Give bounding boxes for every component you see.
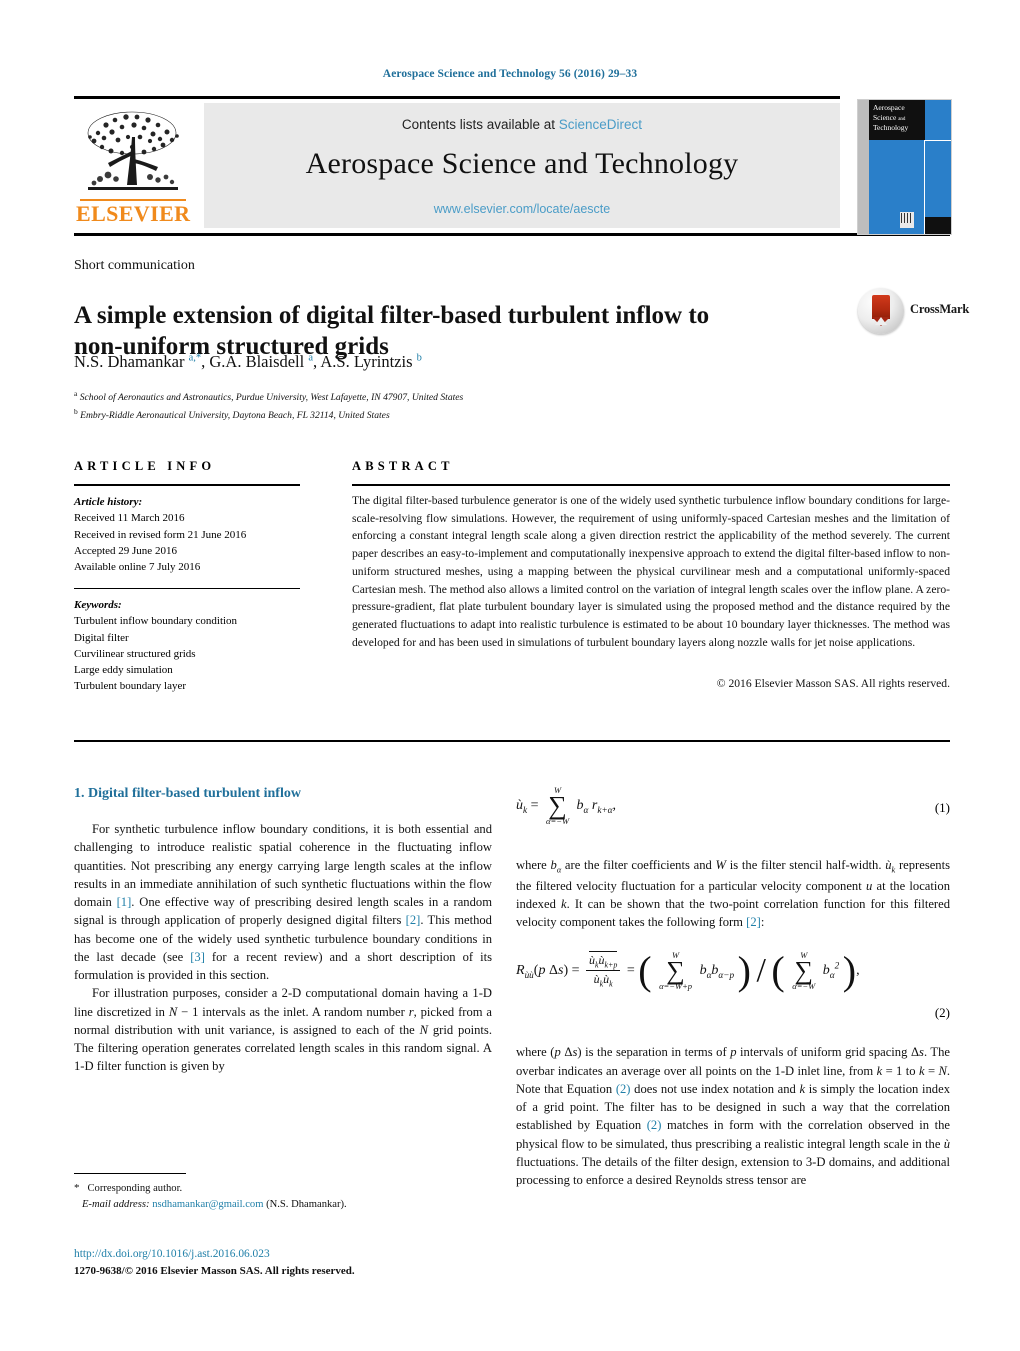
elsevier-tree-icon — [87, 111, 179, 190]
info-block-bottom-rule — [74, 740, 950, 742]
keyword-item: Turbulent inflow boundary condition — [74, 615, 238, 628]
corresponding-author-text: Corresponding author. — [87, 1183, 183, 1194]
summation-symbol-numerator: W ∑ α=−W+p — [659, 950, 693, 991]
paragraph-where-filter-coeffs: where bα are the filter coefficients and… — [516, 858, 951, 930]
keyword-item: Digital filter — [74, 631, 129, 644]
cover-black-bottom-right — [925, 217, 951, 234]
paper-page: Aerospace Science and Technology 56 (201… — [0, 0, 1020, 1351]
contents-available-line: Contents lists available at ScienceDirec… — [204, 117, 840, 132]
body-column-left: 1. Digital filter-based turbulent inflow… — [74, 786, 492, 1076]
crossmark-icon — [858, 288, 904, 334]
keywords-block: Keywords: Turbulent inflow boundary cond… — [74, 597, 324, 695]
journal-url-link[interactable]: www.elsevier.com/locate/aescte — [204, 202, 840, 216]
crossmark-notch-shape — [875, 317, 887, 325]
abstract-heading: ABSTRACT — [352, 459, 454, 473]
cover-title-line-2: Science — [873, 112, 897, 122]
equation-2-body: Rùù(p Δs) = ùkùk+p ùkùk = ( W ∑ α=−W+p b… — [516, 947, 860, 993]
paragraph-intro: For synthetic turbulence inflow boundary… — [74, 822, 492, 982]
corresponding-author-marker: * — [74, 1182, 80, 1194]
article-history: Article history: Received 11 March 2016 R… — [74, 494, 324, 575]
summation-symbol: W ∑ α=−W — [546, 785, 570, 826]
footnote-corresponding-author: * Corresponding author. E-mail address: … — [74, 1180, 494, 1213]
keyword-item: Large eddy simulation — [74, 664, 173, 677]
article-info-rule — [74, 484, 300, 486]
section-heading-1: 1. Digital filter-based turbulent inflow — [74, 786, 301, 801]
email-owner: (N.S. Dhamankar). — [266, 1198, 347, 1210]
article-history-items: Received 11 March 2016 Received in revise… — [74, 510, 324, 575]
equation-2-number: (2) — [934, 1005, 950, 1021]
article-history-item: Accepted 29 June 2016 — [74, 544, 177, 557]
equation-2: Rùù(p Δs) = ùkùk+p ùkùk = ( W ∑ α=−W+p b… — [516, 947, 950, 1029]
abstract-text: The digital filter-based turbulence gene… — [352, 494, 950, 649]
journal-title: Aerospace Science and Technology — [305, 147, 739, 180]
footnote-rule — [74, 1173, 186, 1174]
affiliations: a School of Aeronautics and Astronautics… — [74, 388, 834, 424]
author-list: N.S. Dhamankar a,*, G.A. Blaisdell a, A.… — [74, 352, 422, 371]
paragraph-where-separation: where (p Δs) is the separation in terms … — [516, 1045, 950, 1188]
crossmark-badge[interactable]: CrossMark — [858, 286, 969, 338]
masthead: ELSEVIER Contents lists available at Sci… — [74, 99, 840, 233]
crossmark-label: CrossMark — [910, 302, 970, 316]
contents-prefix: Contents lists available at — [401, 117, 556, 132]
cover-title-line-1: Aerospace — [873, 103, 905, 112]
equation-1: ùk = W ∑ α=−W bα rk+α, (1) — [516, 786, 950, 842]
article-info-heading: ARTICLE INFO — [74, 459, 216, 473]
article-history-item: Received in revised form 21 June 2016 — [74, 528, 247, 541]
doi-block: http://dx.doi.org/10.1016/j.ast.2016.06.… — [74, 1246, 574, 1280]
article-history-label: Article history: — [74, 496, 143, 508]
keyword-item: Curvilinear structured grids — [74, 647, 196, 660]
body-column-right: ùk = W ∑ α=−W bα rk+α, (1) where bα are … — [516, 786, 950, 1189]
abstract-rule — [352, 484, 950, 486]
affiliation-line: a School of Aeronautics and Astronautics… — [74, 389, 464, 404]
summation-symbol-denominator: W ∑ α=−W — [792, 950, 816, 991]
doi-link[interactable]: http://dx.doi.org/10.1016/j.ast.2016.06.… — [74, 1246, 574, 1263]
keywords-label: Keywords: — [74, 599, 122, 611]
masthead-center-panel: Contents lists available at ScienceDirec… — [204, 103, 840, 228]
cover-title-line-3: and — [898, 116, 906, 122]
issn-copyright-line: 1270-9638/© 2016 Elsevier Masson SAS. Al… — [74, 1265, 355, 1278]
article-history-item: Received 11 March 2016 — [74, 512, 185, 525]
equation-1-body: ùk = W ∑ α=−W bα rk+α, — [516, 785, 617, 826]
cover-title-text: Aerospace Science and Technology — [873, 103, 929, 133]
cover-title-line-4: Technology — [873, 122, 909, 132]
cover-spine — [858, 100, 869, 234]
crossmark-shield-shape — [872, 295, 890, 326]
keyword-item: Turbulent boundary layer — [74, 680, 187, 693]
elsevier-logo: ELSEVIER — [74, 99, 192, 233]
masthead-bottom-rule — [74, 233, 950, 236]
journal-cover-thumbnail: Aerospace Science and Technology — [857, 99, 952, 235]
affiliation-line: b Embry-Riddle Aeronautical University, … — [74, 407, 390, 422]
cover-publisher-mark-icon — [900, 212, 914, 228]
email-address-label: E-mail address: — [81, 1198, 150, 1210]
cover-blue-right — [925, 141, 951, 217]
abstract-copyright: © 2016 Elsevier Masson SAS. All rights r… — [716, 677, 950, 690]
cover-blue-main — [869, 140, 924, 234]
running-head: Aerospace Science and Technology 56 (201… — [382, 68, 638, 80]
keywords-items: Turbulent inflow boundary condition Digit… — [74, 613, 324, 694]
correlation-fraction: ùkùk+p ùkùk — [586, 950, 621, 989]
paragraph-illustration: For illustration purposes, consider a 2-… — [74, 986, 493, 1074]
sciencedirect-link[interactable]: ScienceDirect — [559, 117, 642, 132]
article-history-item: Available online 7 July 2016 — [74, 561, 201, 574]
email-link[interactable]: nsdhamankar@gmail.com — [152, 1199, 263, 1210]
equation-1-number: (1) — [934, 800, 950, 815]
article-type: Short communication — [74, 258, 195, 273]
elsevier-wordmark: ELSEVIER — [76, 201, 191, 226]
keywords-divider-rule — [74, 588, 300, 589]
